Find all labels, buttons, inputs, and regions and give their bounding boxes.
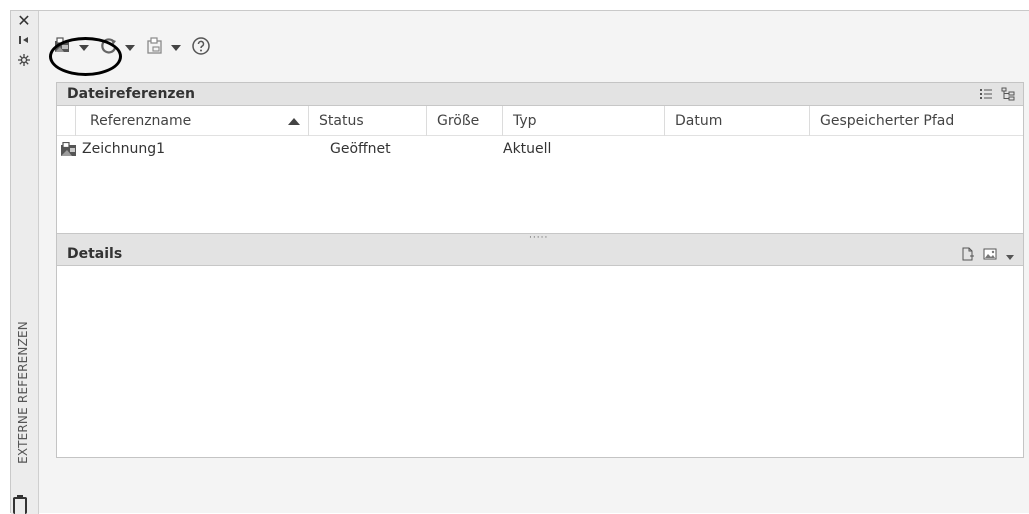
splitter-grip[interactable]: ····· bbox=[529, 234, 548, 243]
palette-side-title: EXTERNE REFERENZEN bbox=[16, 321, 30, 464]
properties-icon[interactable] bbox=[16, 53, 32, 69]
table-row[interactable]: Zeichnung1 Geöffnet Aktuell bbox=[57, 137, 1023, 163]
palette-title-bar: ✕ EXTERNE REFERENZEN bbox=[11, 11, 39, 514]
type-cell: Aktuell bbox=[503, 141, 552, 157]
details-content-area bbox=[57, 267, 1023, 457]
column-header-saved-path[interactable]: Gespeicherter Pfad bbox=[809, 106, 1023, 136]
change-path-dropdown-arrow[interactable] bbox=[171, 45, 181, 51]
column-header-type[interactable]: Typ bbox=[502, 106, 664, 136]
details-menu-arrow-icon[interactable] bbox=[1005, 246, 1015, 265]
details-header: Details bbox=[57, 243, 1023, 266]
file-references-header: Dateireferenzen bbox=[57, 83, 1023, 106]
xref-manager-frame: Dateireferenzen Referenzname Status Größ… bbox=[56, 82, 1024, 458]
column-header-size[interactable]: Größe bbox=[426, 106, 502, 136]
autohide-icon[interactable] bbox=[16, 33, 32, 49]
reference-name-cell: Zeichnung1 bbox=[82, 141, 166, 157]
column-header-status[interactable]: Status bbox=[308, 106, 426, 136]
close-icon[interactable]: ✕ bbox=[16, 13, 32, 29]
change-path-icon bbox=[145, 36, 165, 60]
drawing-file-icon bbox=[60, 141, 77, 161]
list-view-icon[interactable] bbox=[979, 86, 993, 105]
change-path-button[interactable] bbox=[145, 35, 187, 61]
column-header-reference-name[interactable]: Referenzname bbox=[75, 106, 308, 136]
pane-splitter[interactable]: ····· bbox=[57, 233, 1023, 243]
help-button[interactable] bbox=[191, 35, 211, 61]
tree-view-icon[interactable] bbox=[1001, 86, 1015, 105]
details-view-icon[interactable] bbox=[961, 246, 975, 265]
file-references-view-tools bbox=[979, 86, 1015, 105]
details-title: Details bbox=[67, 246, 123, 262]
clipboard-icon bbox=[13, 495, 27, 514]
refresh-dropdown-arrow[interactable] bbox=[125, 45, 135, 51]
sort-ascending-icon bbox=[288, 118, 300, 125]
details-view-tools bbox=[961, 246, 1015, 265]
attach-highlight-circle bbox=[49, 37, 122, 76]
help-icon bbox=[191, 36, 211, 60]
file-references-column-headers: Referenzname Status Größe Typ Datum Gesp… bbox=[57, 106, 1023, 136]
column-header-date[interactable]: Datum bbox=[664, 106, 809, 136]
status-cell: Geöffnet bbox=[330, 141, 391, 157]
preview-image-icon[interactable] bbox=[983, 246, 997, 265]
file-references-title: Dateireferenzen bbox=[67, 86, 196, 102]
